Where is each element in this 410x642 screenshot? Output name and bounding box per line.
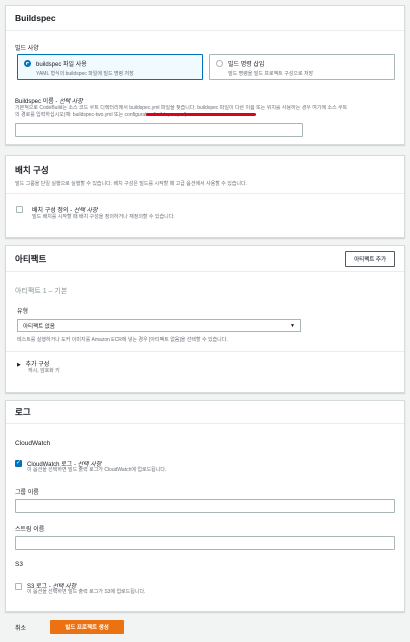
stream-name-input[interactable]	[15, 536, 395, 550]
caret-down-icon: ▼	[290, 322, 295, 329]
artifact-type-select[interactable]: 아티팩트 없음 ▼	[17, 319, 301, 332]
red-annotation-underline	[146, 113, 256, 116]
option-insert-title: 빌드 명령 삽입	[228, 62, 265, 68]
buildspec-name-input[interactable]	[15, 123, 303, 137]
s3-logs-desc: 이 옵션을 선택하면 빌드 출력 로그가 S3에 업로드됩니다.	[27, 589, 146, 595]
option-file-title: buildspec 파일 사용	[36, 62, 87, 68]
batch-header: 배치 구성	[6, 156, 404, 178]
buildspec-name-label: Buildspec 이름 - 선택 사항	[15, 96, 83, 105]
additional-config-toggle[interactable]: ▶ 추가 구성	[17, 359, 49, 368]
logs-panel: 로그 CloudWatch ✓ CloudWatch 로그 - 선택 사항 이 …	[5, 400, 405, 612]
cloudwatch-logs-checkbox[interactable]: ✓	[15, 460, 22, 467]
batch-config-panel: 배치 구성 빌드 그룹을 단일 실행으로 실행할 수 있습니다. 배치 구성은 …	[5, 155, 405, 238]
artifacts-divider	[6, 351, 404, 352]
option-file-desc: YAML 형식의 buildspec 파일에 빌드 명령 저장	[36, 71, 134, 77]
create-build-project-button[interactable]: 빌드 프로젝트 생성	[50, 620, 124, 634]
buildspec-header: Buildspec	[6, 6, 404, 31]
group-name-label: 그룹 이름	[15, 490, 39, 496]
stream-name-label: 스트림 이름	[15, 527, 45, 533]
option-use-buildspec-file[interactable]: buildspec 파일 사용 YAML 형식의 buildspec 파일에 빌…	[17, 54, 203, 80]
caret-right-icon[interactable]: ▶	[17, 362, 21, 368]
add-artifact-button[interactable]: 아티팩트 추가	[345, 250, 395, 267]
artifact-type-value: 아티팩트 없음	[23, 323, 55, 330]
artifact-subtitle: 아티팩트 1 – 기본	[15, 288, 68, 295]
option-insert-desc: 빌드 명령을 빌드 프로젝트 구성으로 저장	[228, 71, 314, 77]
group-name-input[interactable]	[15, 499, 395, 513]
batch-desc: 빌드 그룹을 단일 실행으로 실행할 수 있습니다. 배치 구성은 빌드를 시작…	[15, 181, 248, 187]
cancel-button[interactable]: 취소	[15, 623, 26, 632]
batch-checkbox-desc: 빌드 배치를 시작할 때 배치 구성을 정의하거나 재정의할 수 있습니다.	[32, 214, 175, 220]
cloudwatch-heading: CloudWatch	[15, 440, 51, 447]
batch-divider	[6, 193, 404, 194]
batch-checkbox-label: 배치 구성 정의 - 선택 사항	[32, 205, 98, 214]
buildspec-name-desc-1: 기본적으로 CodeBuild는 소스 코드 루트 디렉터리에서 buildsp…	[15, 105, 348, 111]
radio-selected-icon[interactable]	[24, 60, 31, 67]
type-label: 유형	[17, 309, 29, 315]
batch-title: 배치 구성	[15, 165, 49, 175]
buildspec-panel: Buildspec 빌드 사양 buildspec 파일 사용 YAML 형식의…	[5, 5, 405, 145]
logs-header: 로그	[6, 401, 404, 424]
s3-heading: S3	[15, 561, 23, 568]
artifacts-panel: 아티팩트 아티팩트 추가 아티팩트 1 – 기본 유형 아티팩트 없음 ▼ 테스…	[5, 245, 405, 393]
cloudwatch-logs-desc: 이 옵션을 선택하면 빌드 출력 로그가 CloudWatch에 업로드됩니다.	[27, 467, 167, 473]
artifact-type-desc: 테스트를 실행하거나 도커 이미지를 Amazon ECR에 넣는 경우 [아티…	[17, 337, 228, 343]
radio-unselected-icon[interactable]	[216, 60, 223, 67]
batch-config-checkbox[interactable]	[16, 206, 23, 213]
s3-logs-checkbox[interactable]	[15, 583, 22, 590]
artifacts-header: 아티팩트 아티팩트 추가	[6, 246, 404, 272]
buildspec-title: Buildspec	[15, 13, 56, 23]
build-spec-label: 빌드 사양	[15, 46, 39, 52]
option-insert-build-commands[interactable]: 빌드 명령 삽입 빌드 명령을 빌드 프로젝트 구성으로 저장	[209, 54, 395, 80]
artifacts-title: 아티팩트	[15, 253, 47, 264]
logs-title: 로그	[15, 407, 31, 417]
additional-config-desc: 캐시, 암호화 키	[28, 368, 60, 374]
